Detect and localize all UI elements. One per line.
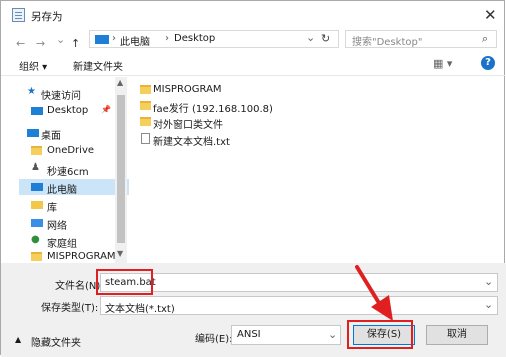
filetype-label: 保存类型(T): <box>41 303 99 314</box>
scroll-down-icon[interactable]: ▼ <box>117 249 123 258</box>
back-arrow-icon[interactable]: ← <box>16 37 25 50</box>
forward-arrow-icon[interactable]: → <box>36 37 45 50</box>
text-file-icon <box>141 133 150 144</box>
address-crumb-desktop[interactable]: Desktop <box>174 33 215 44</box>
help-icon[interactable]: ? <box>481 56 495 70</box>
recent-chevron-icon[interactable]: ⌄ <box>56 33 65 46</box>
sidebar-item-label: 库 <box>47 203 57 214</box>
sidebar-item-desktop-pinned[interactable]: Desktop 📌 <box>19 103 129 119</box>
title-bar: 另存为 ✕ <box>1 1 506 29</box>
hide-folders-button[interactable]: 隐藏文件夹 <box>31 334 81 349</box>
sidebar-item-label: 桌面 <box>41 131 61 142</box>
close-icon[interactable]: ✕ <box>484 6 497 24</box>
sidebar-item-label: 快速访问 <box>41 91 81 102</box>
folder-icon <box>31 252 42 261</box>
encoding-label: 编码(E): <box>195 334 233 345</box>
search-placeholder: 搜索"Desktop" <box>352 37 423 48</box>
scroll-thumb[interactable] <box>117 95 125 243</box>
save-as-dialog: 另存为 ✕ ← → ⌄ ↑ › 此电脑 › Desktop ⌄ ↻ 搜索"Des… <box>0 0 506 357</box>
sidebar-item-onedrive[interactable]: OneDrive <box>19 143 129 159</box>
address-crumb-pc[interactable]: 此电脑 <box>120 33 150 48</box>
cancel-button[interactable]: 取消 <box>426 325 488 345</box>
address-sep-icon: › <box>112 33 116 44</box>
sidebar-item-label: 家庭组 <box>47 239 77 250</box>
sidebar-item-label: Desktop <box>47 105 89 116</box>
star-icon: ★ <box>27 86 36 97</box>
organize-button[interactable]: 组织 ▾ <box>19 58 47 73</box>
folder-shortcut-icon <box>140 101 151 110</box>
desktop-icon <box>27 129 39 137</box>
file-name: 新建文本文档.txt <box>153 137 230 148</box>
folder-icon <box>140 85 151 94</box>
desktop-icon <box>31 107 43 115</box>
encoding-select[interactable]: ANSI ⌄ <box>231 325 341 345</box>
address-bar[interactable]: › 此电脑 › Desktop ⌄ ↻ <box>89 30 339 48</box>
sidebar-item-label: OneDrive <box>47 145 95 156</box>
window-title: 另存为 <box>31 11 63 23</box>
encoding-dropdown-icon[interactable]: ⌄ <box>328 328 337 341</box>
notepad-icon <box>12 8 25 22</box>
pin-icon: 📌 <box>101 105 111 114</box>
address-dropdown-icon[interactable]: ⌄ <box>306 31 315 44</box>
search-icon[interactable]: ⌕ <box>482 32 488 46</box>
sidebar-item-network[interactable]: 网络 <box>19 215 129 232</box>
filename-field[interactable]: steam.bat ⌄ <box>100 273 498 292</box>
sidebar-item-this-pc[interactable]: 此电脑 <box>19 179 129 196</box>
filetype-dropdown-icon[interactable]: ⌄ <box>484 298 493 311</box>
search-box[interactable]: 搜索"Desktop" ⌕ <box>345 30 497 48</box>
sidebar-item-quick-access[interactable]: ★ 快速访问 <box>19 85 129 102</box>
sidebar-item-label: 网络 <box>47 221 67 232</box>
file-name: fae发行 (192.168.100.8) <box>153 104 273 115</box>
file-name: 对外窗口类文件 <box>153 120 223 131</box>
sidebar-item-desktop[interactable]: 桌面 <box>19 125 129 142</box>
filetype-value: 文本文档(*.txt) <box>105 304 175 315</box>
folder-shortcut-icon <box>140 117 151 126</box>
sidebar-item-homegroup[interactable]: ● 家庭组 <box>19 233 129 250</box>
encoding-value: ANSI <box>237 329 261 340</box>
file-list: MISPROGRAM fae发行 (192.168.100.8) 对外窗口类文件… <box>139 79 499 259</box>
filetype-select[interactable]: 文本文档(*.txt) ⌄ <box>100 296 498 315</box>
view-options-icon[interactable]: ▦ ▾ <box>433 57 452 70</box>
library-icon <box>31 201 43 209</box>
computer-icon <box>95 35 109 44</box>
new-folder-button[interactable]: 新建文件夹 <box>73 58 123 73</box>
sidebar-item-label: 此电脑 <box>47 185 77 196</box>
scroll-up-icon[interactable]: ▲ <box>117 78 123 87</box>
sidebar-item-label: 秒速6cm <box>47 167 89 178</box>
computer-icon <box>31 183 43 191</box>
annotation-arrow <box>355 265 393 321</box>
user-icon: ♟ <box>31 162 40 173</box>
address-sep-icon: › <box>165 33 169 44</box>
toolbar-divider <box>1 75 506 76</box>
homegroup-icon: ● <box>31 234 40 245</box>
command-bar: 组织 ▾ 新建文件夹 ▦ ▾ ? <box>1 54 506 74</box>
collapse-chevron-icon[interactable]: ▲ <box>15 335 21 344</box>
folder-icon <box>31 146 42 155</box>
up-arrow-icon[interactable]: ↑ <box>71 37 80 50</box>
sidebar-item-libraries[interactable]: 库 <box>19 197 129 214</box>
sidebar-item-user[interactable]: ♟ 秒速6cm <box>19 161 129 178</box>
file-name: MISPROGRAM <box>153 84 222 95</box>
filename-dropdown-icon[interactable]: ⌄ <box>484 275 493 288</box>
refresh-icon[interactable]: ↻ <box>321 32 330 45</box>
network-icon <box>31 219 43 227</box>
save-options-panel: 文件名(N): steam.bat ⌄ 保存类型(T): 文本文档(*.txt)… <box>1 263 506 357</box>
highlight-filename <box>96 269 153 295</box>
sidebar-item-label: MISPROGRAM <box>47 251 116 262</box>
